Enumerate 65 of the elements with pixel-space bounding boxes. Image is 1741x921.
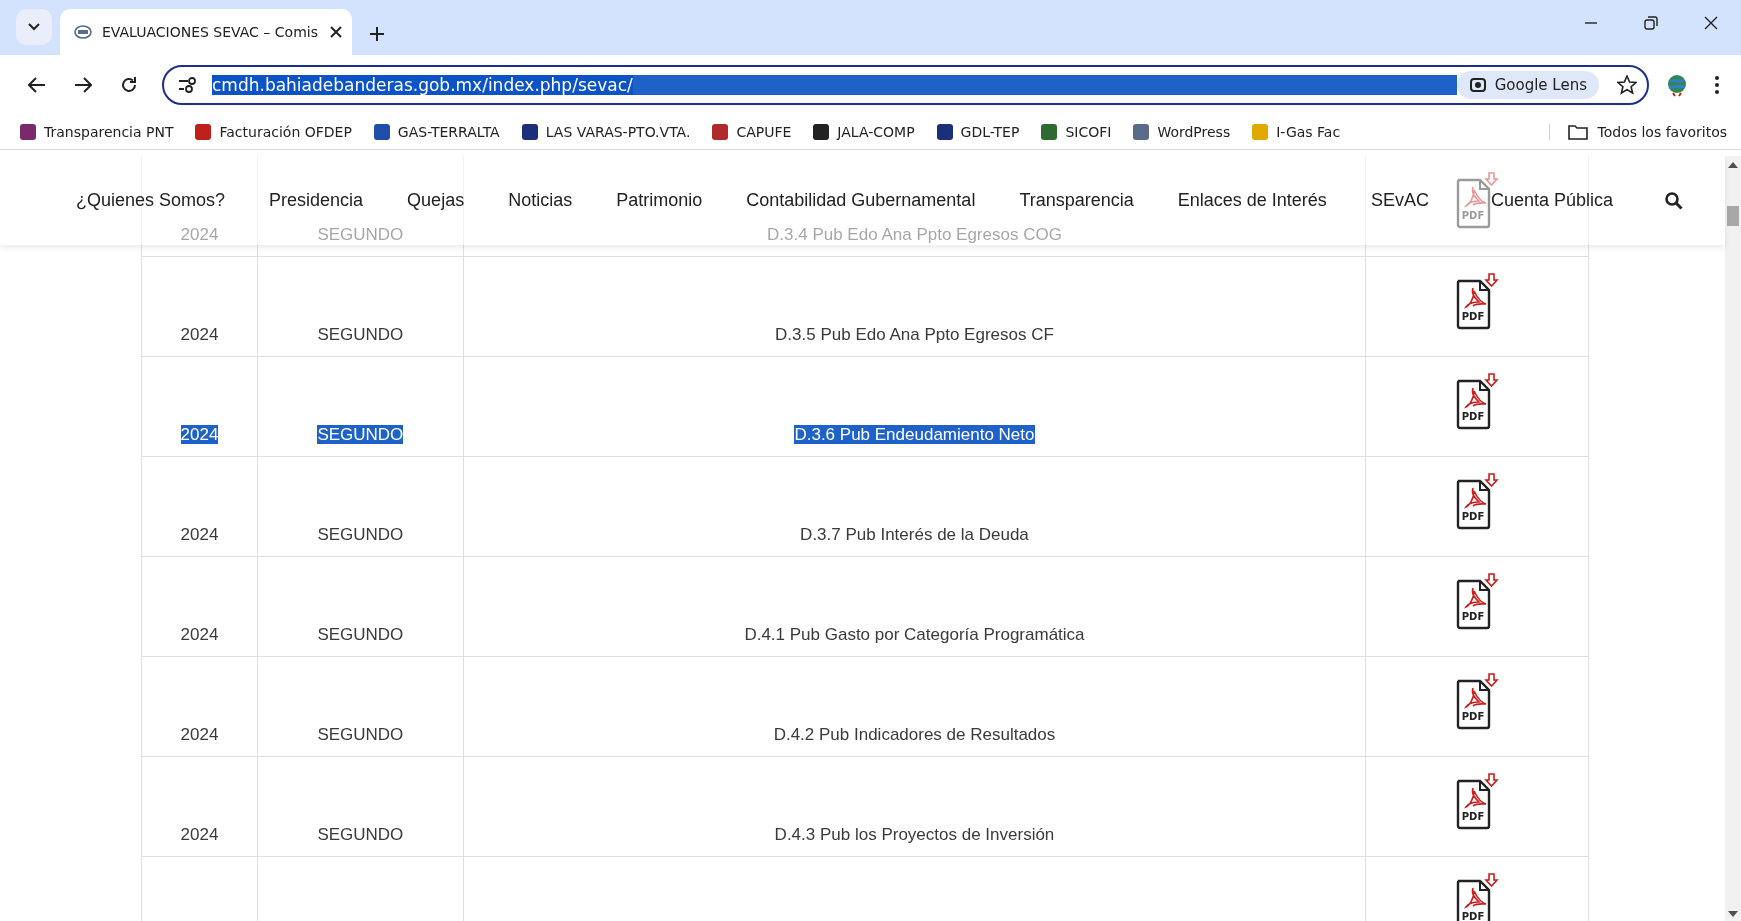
nav-menu-item[interactable]: Quejas [407,190,465,211]
document-title: D.4.3 Pub los Proyectos de Inversión [774,824,1055,844]
tab-search-button[interactable] [16,9,52,45]
address-bar[interactable]: cmdh.bahiadebanderas.gob.mx/index.php/sevac/ Google Lens [162,65,1649,105]
nav-menu-item[interactable]: SEvAC [1370,190,1429,211]
scroll-up-icon[interactable] [1728,162,1738,168]
document-title: D.3.6 Pub Endeudamiento Neto [794,424,1035,444]
document-title: D.4.1 Pub Gasto por Categoría Programática [744,624,1085,644]
nav-menu-item[interactable]: Transparencia [1019,190,1134,211]
period-cell: SEGUNDO [317,824,404,844]
year-cell: 2024 [180,424,219,444]
camera-icon [1468,76,1487,94]
document-title: D.3.7 Pub Interés de la Deuda [800,524,1029,544]
search-icon[interactable] [1665,191,1683,210]
period-cell: SEGUNDO [317,724,404,744]
all-bookmarks-button[interactable]: Todos los favoritos [1548,124,1727,140]
close-icon[interactable] [1704,16,1718,30]
new-tab-icon[interactable] [370,27,384,41]
period-cell: SEGUNDO [317,624,404,644]
year-cell: 2024 [180,224,219,244]
nav-menu-item[interactable]: Patrimonio [616,190,703,211]
scroll-down-icon[interactable] [1728,911,1738,917]
reload-icon[interactable] [120,76,138,94]
nav-menu-item[interactable]: Noticias [508,190,573,211]
scroll-thumb[interactable] [1727,206,1739,226]
google-lens-button[interactable]: Google Lens [1456,71,1599,99]
year-cell: 2024 [180,324,219,344]
back-arrow-icon[interactable] [28,77,46,93]
year-cell: 2024 [180,524,219,544]
nav-menu-item[interactable]: ¿Quienes Somos? [75,190,226,211]
document-title: D.3.4 Pub Edo Ana Ppto Egresos COG [767,224,1062,244]
folder-icon [1567,124,1588,140]
bookmark-item[interactable]: WordPress [1133,124,1231,140]
chevron-down-icon [28,23,40,31]
scrollbar[interactable] [1725,156,1741,921]
period-cell: SEGUNDO [317,424,404,444]
nav-menu-item[interactable]: Contabilidad Gubernamental [746,190,976,211]
year-cell: 2024 [180,724,219,744]
browser-tab[interactable]: EVALUACIONES SEVAC – Comis [60,9,352,55]
bookmark-item[interactable]: SICOFI [1041,124,1112,140]
url-text: cmdh.bahiadebanderas.gob.mx/index.php/sevac/ [212,75,633,95]
bookmark-item[interactable]: Facturación OFDEP [195,124,352,140]
close-icon[interactable] [330,26,342,38]
nav-menu-item[interactable]: Presidencia [269,190,364,211]
period-cell: SEGUNDO [317,524,404,544]
bookmark-item[interactable]: GDL-TEP [936,124,1020,140]
bookmark-item[interactable]: LAS VARAS-PTO.VTA. [521,124,691,140]
site-favicon-icon [74,25,92,39]
bookmark-item[interactable]: GAS-TERRALTA [373,124,500,140]
globe-avatar-icon[interactable] [1665,73,1689,97]
star-icon[interactable] [1617,75,1637,95]
restore-icon[interactable] [1644,16,1658,30]
forward-arrow-icon[interactable] [74,77,92,93]
document-title: D.3.5 Pub Edo Ana Ppto Egresos CF [775,324,1054,344]
year-cell: 2024 [180,624,219,644]
period-cell: SEGUNDO [317,224,404,244]
year-cell: 2024 [180,824,219,844]
bookmark-item[interactable]: JALA-COMP [813,124,915,140]
period-cell: SEGUNDO [317,324,404,344]
bookmark-item[interactable]: CAPUFE [712,124,792,140]
document-title: D.4.2 Pub Indicadores de Resultados [773,724,1056,744]
site-settings-icon[interactable] [178,77,198,93]
nav-menu-item[interactable]: Enlaces de Interés [1177,190,1327,211]
bookmark-item[interactable]: I-Gas Fac [1252,124,1341,140]
bookmark-item[interactable]: Transparencia PNT [20,124,174,140]
